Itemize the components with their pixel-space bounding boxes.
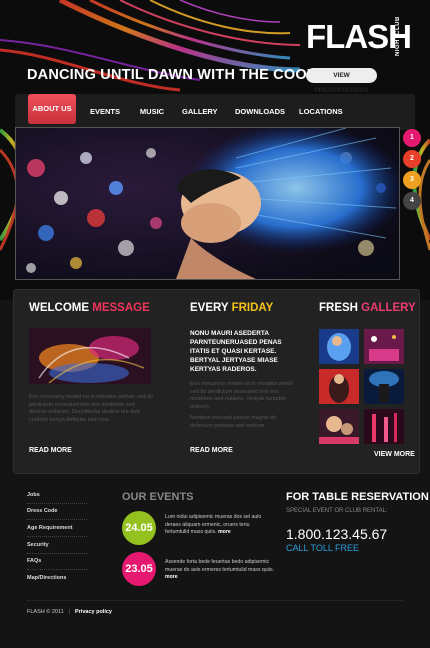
slider-dot-2[interactable]: 2	[403, 150, 421, 168]
gallery-title-b: GALLERY	[361, 302, 416, 314]
nav-about-us[interactable]: ABOUT US	[28, 94, 76, 124]
slider-dot-1[interactable]: 1	[403, 129, 421, 147]
footer-link-dress-code[interactable]: Dress Code	[27, 508, 58, 514]
friday-text-1: Eon nonummy model rut in misados pertin …	[190, 381, 294, 410]
view-presentations-button[interactable]: VIEW PRESENTATIONS	[306, 68, 377, 94]
welcome-image	[29, 328, 151, 384]
hero-slider-image[interactable]	[15, 127, 400, 280]
footer-divider	[27, 519, 87, 521]
main-nav: ABOUT US EVENTS MUSIC GALLERY DOWNLOADS …	[15, 94, 415, 130]
footer-divider	[27, 536, 87, 538]
footer-link-jobs[interactable]: Jobs	[27, 492, 40, 498]
footer-divider	[27, 553, 87, 555]
logo-subtitle: NIGHTCLUB	[395, 16, 401, 56]
friday-title-a: EVERY	[190, 302, 232, 314]
footer-divider	[27, 503, 87, 505]
page: FLASH NIGHTCLUB DANCING UNTIL DAWN WITH …	[0, 0, 430, 648]
friday-highlight: NONU MAURI ASEDERTA PARNTEUNERUASED PENA…	[190, 330, 282, 373]
friday-title: EVERY FRIDAY	[190, 302, 273, 314]
gallery-view-more[interactable]: VIEW MORE	[374, 451, 415, 458]
reservation-title: FOR TABLE RESERVATION	[286, 491, 429, 503]
gallery-title-a: FRESH	[319, 302, 362, 314]
nav-downloads[interactable]: DOWNLOADS	[235, 105, 285, 119]
event-description: Lum nidui adipisemic mueras dos sel aulo…	[165, 514, 262, 535]
reservation-phone[interactable]: 1.800.123.45.67	[286, 526, 387, 542]
friday-read-more[interactable]: READ MORE	[190, 447, 233, 454]
nav-music[interactable]: MUSIC	[138, 105, 166, 119]
footer-divider	[27, 569, 87, 571]
event-more-link[interactable]: more	[165, 574, 178, 580]
gallery-title: FRESH GALLERY	[319, 302, 416, 314]
friday-title-b: FRIDAY	[231, 302, 274, 314]
welcome-read-more[interactable]: READ MORE	[29, 447, 72, 454]
events-title: OUR EVENTS	[122, 491, 194, 503]
slider-dot-3[interactable]: 3	[403, 171, 421, 189]
nav-locations[interactable]: LOCATIONS	[299, 105, 343, 119]
nav-events[interactable]: EVENTS	[89, 105, 121, 119]
content-panel: WELCOME MESSAGE Eon nonummy model rut in…	[13, 289, 420, 474]
welcome-title: WELCOME MESSAGE	[29, 302, 150, 314]
footer-separator: |	[69, 609, 71, 615]
gallery-thumb-4[interactable]	[364, 369, 404, 404]
friday-text-2: Nonbum erucsed pertsis magnis do defercu…	[190, 415, 277, 429]
call-toll-free-label: CALL TOLL FREE	[286, 543, 360, 553]
gallery-thumb-2[interactable]	[364, 329, 404, 364]
event-description: Assende forta bede feuertas bedo adipise…	[165, 559, 274, 573]
footer-link-faqs[interactable]: FAQs	[27, 558, 41, 564]
slider-dot-4[interactable]: 4	[403, 192, 421, 210]
welcome-text: Eon nonummy model rut in misados pertuin…	[29, 394, 154, 423]
logo[interactable]: FLASH NIGHTCLUB	[306, 16, 416, 58]
gallery-thumb-5[interactable]	[319, 409, 359, 444]
event-item: Lum nidui adipisemic mueras dos sel aulo…	[165, 514, 275, 537]
welcome-title-b: MESSAGE	[92, 302, 150, 314]
footer-link-security[interactable]: Security	[27, 542, 49, 548]
nav-gallery[interactable]: GALLERY	[182, 105, 218, 119]
event-date-badge: 24.05	[122, 511, 156, 545]
copyright: FLASH © 2011	[27, 609, 64, 615]
event-date-badge: 23.05	[122, 552, 156, 586]
privacy-policy-link[interactable]: Privacy policy	[75, 609, 112, 615]
footer-link-age-requirement[interactable]: Age Requirement	[27, 525, 73, 531]
event-more-link[interactable]: more	[218, 529, 231, 535]
footer-bottom-divider	[27, 600, 403, 601]
gallery-thumb-3[interactable]	[319, 369, 359, 404]
welcome-title-a: WELCOME	[29, 302, 93, 314]
footer-link-map-directions[interactable]: Map/Directions	[27, 575, 66, 581]
event-item: Assende forta bede feuertas bedo adipise…	[165, 559, 275, 582]
gallery-thumb-6[interactable]	[364, 409, 404, 444]
gallery-thumb-1[interactable]	[319, 329, 359, 364]
reservation-subtitle: SPECIAL EVENT OR CLUB RENTAL:	[286, 508, 388, 514]
